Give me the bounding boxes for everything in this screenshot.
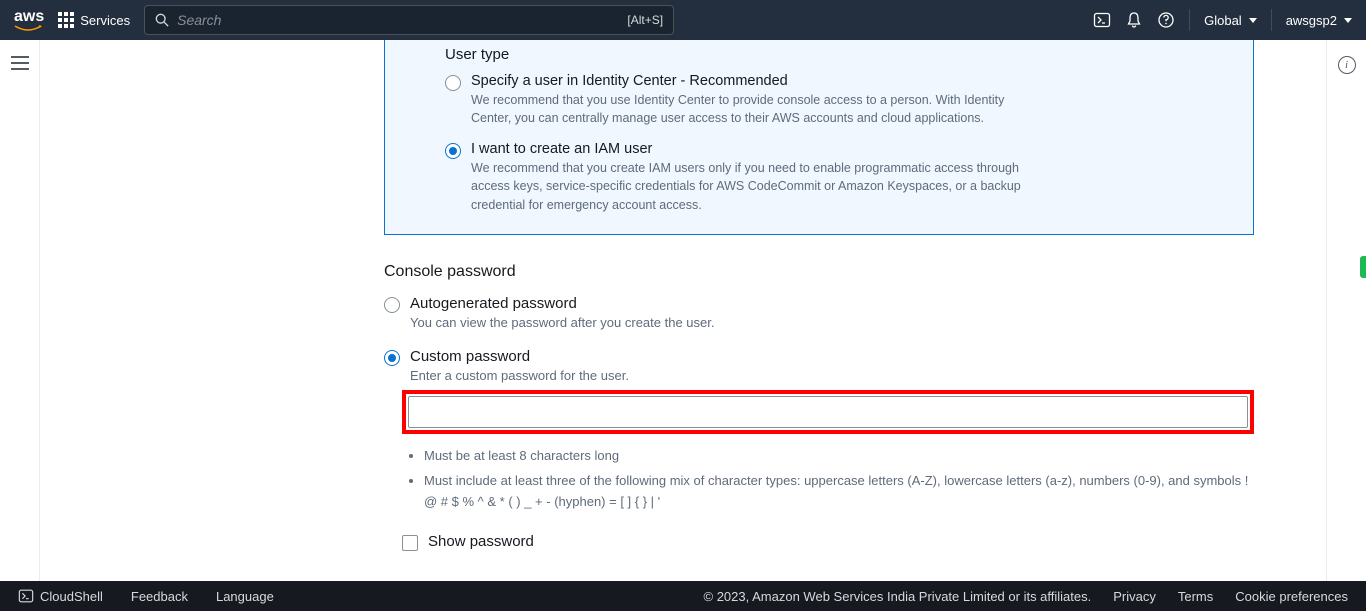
region-label: Global	[1204, 13, 1242, 28]
radio-identity-center[interactable]: Specify a user in Identity Center - Reco…	[445, 73, 1193, 127]
radio-iam-user[interactable]: I want to create an IAM user We recommen…	[445, 141, 1193, 213]
search-shortcut: [Alt+S]	[627, 13, 663, 27]
bell-icon	[1125, 11, 1143, 29]
cloudshell-icon	[18, 588, 34, 604]
radio-desc: We recommend that you use Identity Cente…	[471, 91, 1031, 127]
show-password-checkbox[interactable]	[402, 535, 418, 551]
right-rail: i	[1326, 40, 1366, 581]
show-password-label: Show password	[428, 533, 534, 550]
help-button[interactable]	[1157, 11, 1175, 29]
sidebar-toggle[interactable]	[11, 56, 29, 70]
radio-icon[interactable]	[384, 297, 400, 313]
console-password-heading: Console password	[384, 263, 1254, 281]
radio-label: Autogenerated password	[410, 295, 714, 312]
footer-feedback[interactable]: Feedback	[131, 589, 188, 604]
cloudshell-icon-button[interactable]	[1093, 11, 1111, 29]
password-rule: Must be at least 8 characters long	[424, 446, 1254, 467]
user-type-heading: User type	[445, 46, 1193, 63]
radio-desc: Enter a custom password for the user.	[410, 367, 629, 386]
footer: CloudShell Feedback Language © 2023, Ama…	[0, 581, 1366, 611]
services-menu[interactable]: Services	[58, 12, 130, 28]
content-scroll[interactable]: User type Specify a user in Identity Cen…	[40, 40, 1326, 581]
grid-icon	[58, 12, 74, 28]
account-label: awsgsp2	[1286, 13, 1337, 28]
footer-cloudshell[interactable]: CloudShell	[18, 588, 103, 604]
footer-copyright: © 2023, Amazon Web Services India Privat…	[704, 589, 1092, 604]
radio-label: Specify a user in Identity Center - Reco…	[471, 73, 1031, 89]
radio-icon[interactable]	[384, 350, 400, 366]
footer-privacy[interactable]: Privacy	[1113, 589, 1156, 604]
region-selector[interactable]: Global	[1204, 13, 1257, 28]
footer-cookie[interactable]: Cookie preferences	[1235, 589, 1348, 604]
search-input[interactable]	[177, 12, 621, 28]
user-type-box: User type Specify a user in Identity Cen…	[384, 40, 1254, 235]
account-menu[interactable]: awsgsp2	[1286, 13, 1352, 28]
help-panel-toggle[interactable]: i	[1338, 56, 1356, 74]
footer-language[interactable]: Language	[216, 589, 274, 604]
password-rules: Must be at least 8 characters long Must …	[424, 446, 1254, 512]
top-nav: aws Services [Alt+S] Global awsgsp2	[0, 0, 1366, 40]
help-icon	[1157, 11, 1175, 29]
radio-label: Custom password	[410, 348, 629, 365]
radio-desc: We recommend that you create IAM users o…	[471, 159, 1031, 213]
cloudshell-icon	[1093, 11, 1111, 29]
services-label: Services	[80, 13, 130, 28]
radio-label: I want to create an IAM user	[471, 141, 1031, 157]
search-box[interactable]: [Alt+S]	[144, 5, 674, 35]
password-rule: Must include at least three of the follo…	[424, 471, 1254, 513]
radio-custom-password[interactable]: Custom password Enter a custom password …	[384, 348, 1254, 386]
radio-autogenerated-password[interactable]: Autogenerated password You can view the …	[384, 295, 1254, 333]
password-input-highlight	[402, 390, 1254, 434]
radio-icon[interactable]	[445, 143, 461, 159]
left-rail	[0, 40, 40, 581]
aws-logo[interactable]: aws	[14, 9, 44, 32]
radio-desc: You can view the password after you crea…	[410, 314, 714, 333]
caret-down-icon	[1344, 18, 1352, 23]
radio-icon[interactable]	[445, 75, 461, 91]
notifications-button[interactable]	[1125, 11, 1143, 29]
custom-password-input[interactable]	[408, 396, 1248, 428]
search-icon	[155, 13, 169, 27]
caret-down-icon	[1249, 18, 1257, 23]
footer-terms[interactable]: Terms	[1178, 589, 1213, 604]
feedback-tab[interactable]	[1360, 256, 1366, 278]
show-password-row[interactable]: Show password	[384, 533, 1254, 551]
